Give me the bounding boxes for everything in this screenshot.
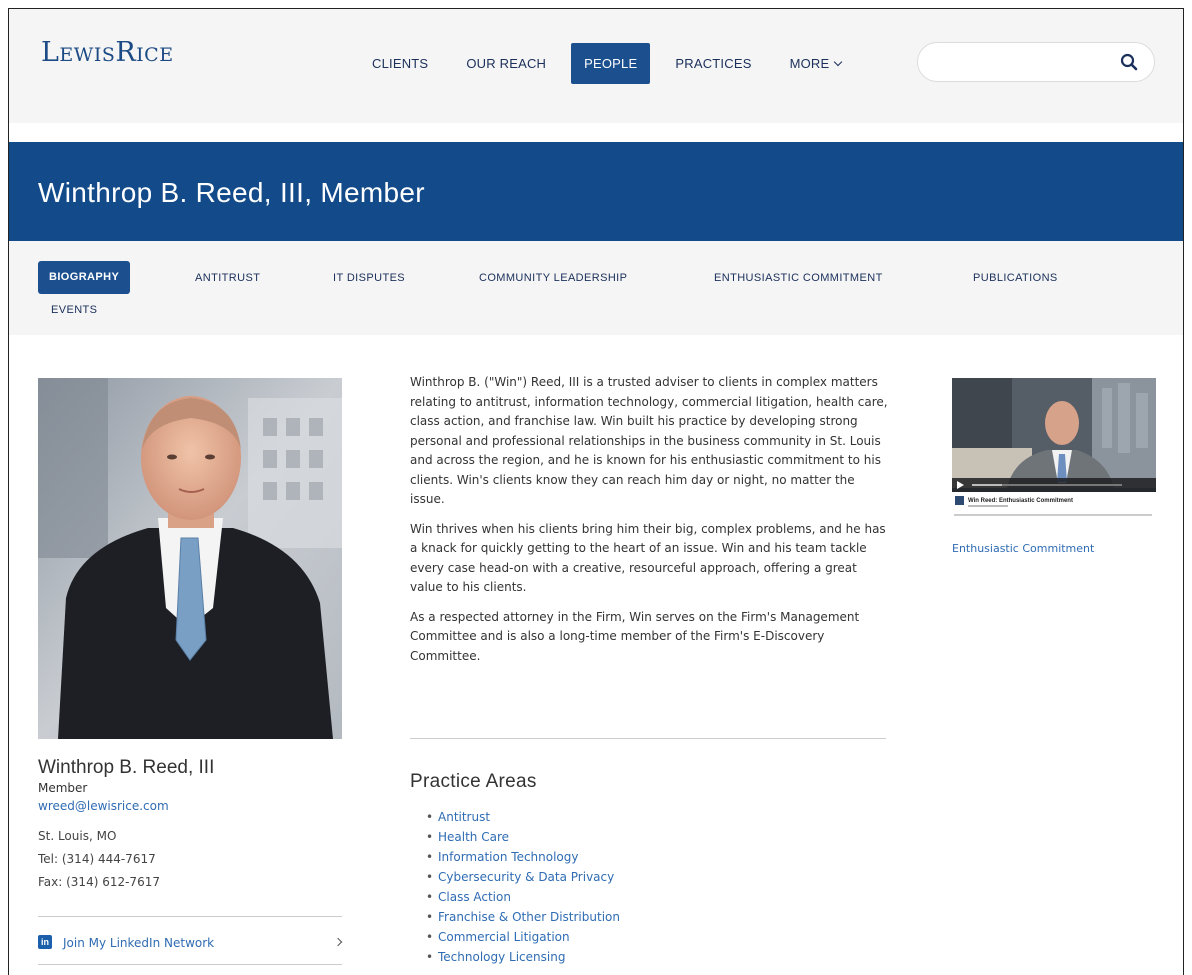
nav-clients[interactable]: CLIENTS	[359, 43, 441, 84]
tab-it-disputes[interactable]: IT DISPUTES	[333, 272, 405, 284]
linkedin-link[interactable]: Join My LinkedIn Network	[63, 936, 214, 950]
page-title: Winthrop B. Reed, III, Member	[38, 177, 425, 208]
tab-events[interactable]: EVENTS	[51, 304, 97, 316]
logo-text: LewisRice	[41, 37, 174, 68]
chevron-right-icon[interactable]	[333, 937, 343, 947]
site-header: LewisRice CLIENTS OUR REACH PEOPLE PRACT…	[9, 9, 1183, 123]
practice-area-link[interactable]: Class Action	[426, 887, 620, 907]
practice-area-link[interactable]: Information Technology	[426, 847, 620, 867]
practice-area-link[interactable]: Technology Licensing	[426, 947, 620, 967]
profile-name: Winthrop B. Reed, III	[38, 757, 215, 778]
profile-email-link[interactable]: wreed@lewisrice.com	[38, 799, 169, 813]
practice-area-link[interactable]: Antitrust	[426, 807, 620, 827]
bio-paragraph: Winthrop B. ("Win") Reed, III is a trust…	[410, 375, 888, 506]
divider	[38, 964, 342, 965]
site-logo[interactable]: LewisRice	[41, 37, 174, 68]
practice-area-link[interactable]: Cybersecurity & Data Privacy	[426, 867, 620, 887]
practice-area-link[interactable]: Franchise & Other Distribution	[426, 907, 620, 927]
nav-practices[interactable]: PRACTICES	[662, 43, 764, 84]
divider	[410, 738, 886, 739]
profile-role: Member	[38, 781, 88, 795]
tab-publications[interactable]: PUBLICATIONS	[973, 272, 1058, 284]
portrait-image	[38, 378, 342, 739]
tab-enthusiastic-commitment[interactable]: ENTHUSIASTIC COMMITMENT	[714, 272, 883, 284]
video-still-image: Win Reed: Enthusiastic Commitment	[952, 378, 1156, 532]
profile-photo	[38, 378, 342, 739]
profile-phone[interactable]: Tel: (314) 444-7617	[38, 852, 156, 866]
main-nav: CLIENTS OUR REACH PEOPLE PRACTICES MORE	[359, 43, 866, 84]
search-icon[interactable]	[1120, 53, 1138, 71]
tab-community-leadership[interactable]: COMMUNITY LEADERSHIP	[479, 272, 627, 284]
linkedin-icon[interactable]: in	[38, 935, 52, 949]
profile-tabs: BIOGRAPHY ANTITRUST IT DISPUTES COMMUNIT…	[9, 241, 1183, 335]
video-caption-link[interactable]: Enthusiastic Commitment	[952, 542, 1094, 555]
chevron-down-icon	[834, 57, 843, 67]
bio-paragraph: As a respected attorney in the Firm, Win…	[410, 609, 860, 663]
nav-more[interactable]: MORE	[777, 43, 855, 84]
video-overlay-title: Win Reed: Enthusiastic Commitment	[968, 498, 1073, 504]
search-box[interactable]	[917, 42, 1155, 82]
tab-antitrust[interactable]: ANTITRUST	[195, 272, 260, 284]
tab-biography[interactable]: BIOGRAPHY	[38, 261, 131, 294]
search-input[interactable]	[936, 53, 1116, 73]
practice-area-link[interactable]: Commercial Litigation	[426, 927, 620, 947]
biography-text: Winthrop B. ("Win") Reed, III is a trust…	[410, 373, 890, 676]
nav-people[interactable]: PEOPLE	[571, 43, 651, 84]
bio-paragraph: Win thrives when his clients bring him t…	[410, 521, 886, 595]
profile-city: St. Louis, MO	[38, 829, 117, 843]
page-frame: LewisRice CLIENTS OUR REACH PEOPLE PRACT…	[8, 8, 1184, 975]
title-banner: Winthrop B. Reed, III, Member	[9, 142, 1183, 241]
practice-area-link[interactable]: Health Care	[426, 827, 620, 847]
nav-more-label: MORE	[789, 56, 830, 71]
video-thumbnail[interactable]: Win Reed: Enthusiastic Commitment	[952, 378, 1156, 532]
divider	[38, 916, 342, 917]
profile-fax: Fax: (314) 612-7617	[38, 875, 160, 889]
nav-our-reach[interactable]: OUR REACH	[453, 43, 559, 84]
practice-areas-heading: Practice Areas	[410, 771, 537, 792]
practice-areas-list: Antitrust Health Care Information Techno…	[426, 807, 620, 967]
